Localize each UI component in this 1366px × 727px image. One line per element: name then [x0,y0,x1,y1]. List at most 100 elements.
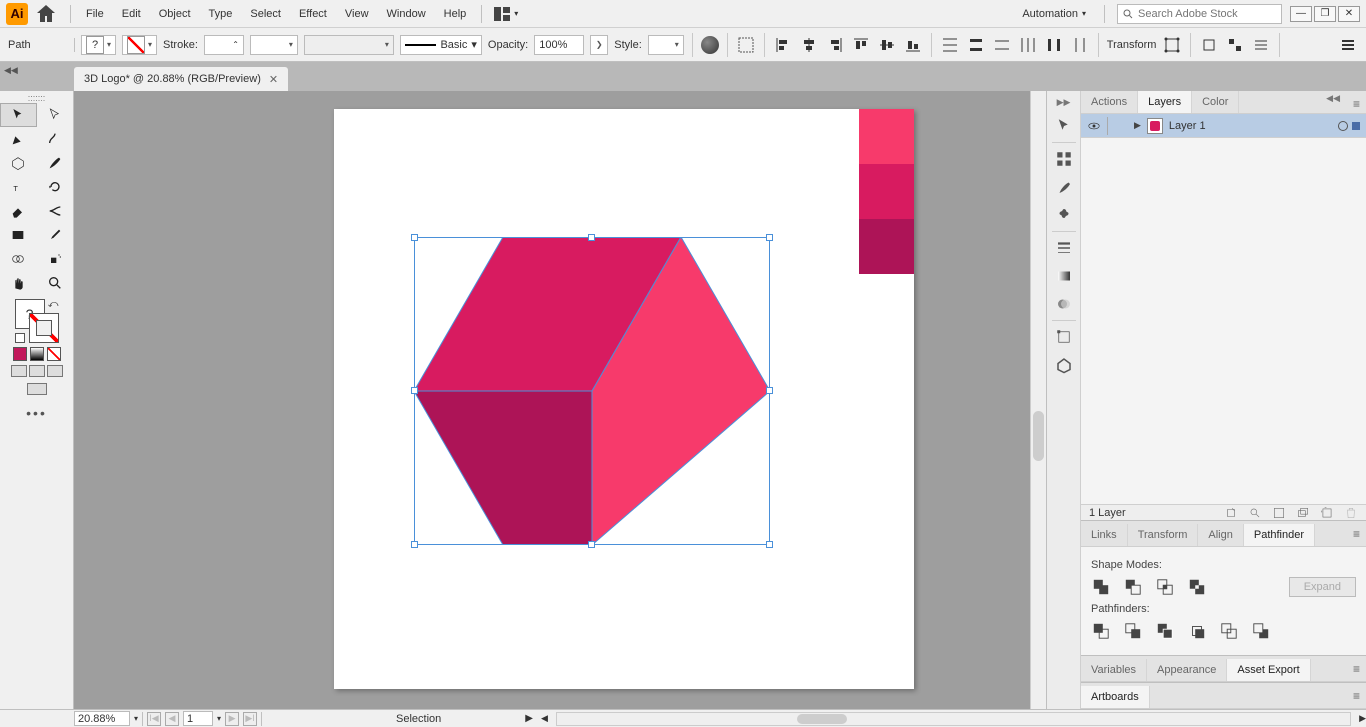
window-minimize-button[interactable]: — [1290,6,1312,22]
vertical-scrollbar[interactable] [1030,91,1046,709]
paintbrush-tool[interactable] [37,151,74,175]
layer-expand-icon[interactable]: ▶ [1134,120,1141,131]
rotate-tool[interactable] [37,175,74,199]
menu-type[interactable]: Type [200,4,242,24]
align-hcenter-icon[interactable] [799,35,819,55]
visibility-icon[interactable] [1087,119,1101,133]
opacity-dropdown[interactable]: ❯ [590,35,608,55]
exclude-icon[interactable] [1187,577,1207,597]
align-bottom-icon[interactable] [903,35,923,55]
menu-file[interactable]: File [77,4,113,24]
tab-align[interactable]: Align [1198,524,1243,546]
tab-asset-export[interactable]: Asset Export [1227,659,1310,681]
workspace-switcher[interactable]: Automation▾ [1016,6,1092,22]
new-sublayer-icon[interactable] [1296,506,1310,520]
arrange-documents-icon[interactable]: ▾ [488,5,524,23]
hand-tool[interactable] [0,271,37,295]
eraser-tool[interactable] [0,199,37,223]
gradient-tool[interactable] [0,223,37,247]
artboards-panel-icon[interactable] [1049,323,1079,351]
default-fill-stroke-icon[interactable] [15,333,25,343]
fill-stroke-control[interactable]: ? ⤺ [15,299,59,343]
screen-mode-icon[interactable] [27,383,47,395]
color-mode-fill[interactable] [13,347,27,361]
search-stock-input[interactable] [1138,8,1258,20]
distribute-right-icon[interactable] [1070,35,1090,55]
tab-variables[interactable]: Variables [1081,659,1147,681]
align-vcenter-icon[interactable] [877,35,897,55]
tab-appearance[interactable]: Appearance [1147,659,1227,681]
brush-definition-dropdown[interactable]: ▾ [304,35,394,55]
align-right-icon[interactable] [825,35,845,55]
panel-menu-icon[interactable]: ≡ [1353,689,1360,703]
transform-panel-icon[interactable] [1162,35,1182,55]
document-tab-close-icon[interactable]: ✕ [269,73,278,86]
rectangle-tool[interactable] [0,151,37,175]
tab-actions[interactable]: Actions [1081,91,1138,113]
canvas-area[interactable] [74,91,1046,709]
distribute-top-icon[interactable] [940,35,960,55]
export-icon[interactable] [1224,506,1238,520]
isolate-icon[interactable] [1199,35,1219,55]
transform-label[interactable]: Transform [1107,39,1157,51]
outline-icon[interactable] [1219,621,1239,641]
layer-target-icon[interactable] [1338,121,1348,131]
zoom-level-input[interactable]: 20.88% [74,711,130,726]
menu-select[interactable]: Select [241,4,290,24]
zoom-tool[interactable] [37,271,74,295]
tab-transform[interactable]: Transform [1128,524,1199,546]
symbols-panel-icon[interactable] [1049,201,1079,229]
scissors-tool[interactable] [37,199,74,223]
panel-menu-icon[interactable]: ≡ [1353,662,1360,676]
menu-help[interactable]: Help [435,4,476,24]
divide-icon[interactable] [1091,621,1111,641]
color-mode-none[interactable] [47,347,61,361]
asset-export-panel-icon[interactable] [1049,351,1079,379]
distribute-hcenter-icon[interactable] [1044,35,1064,55]
fill-swatch-dropdown[interactable]: ?▾ [81,35,116,55]
locate-icon[interactable] [1248,506,1262,520]
cube-artwork[interactable] [414,237,770,545]
window-maximize-button[interactable]: ❐ [1314,6,1336,22]
opacity-input[interactable]: 100% [534,35,584,55]
menu-view[interactable]: View [336,4,378,24]
crop-icon[interactable] [1187,621,1207,641]
tab-layers[interactable]: Layers [1138,91,1192,113]
align-left-icon[interactable] [773,35,793,55]
pen-tool[interactable] [0,127,37,151]
distribute-vcenter-icon[interactable] [966,35,986,55]
tab-pathfinder[interactable]: Pathfinder [1244,524,1315,546]
distribute-left-icon[interactable] [1018,35,1038,55]
stroke-style-dropdown[interactable]: Basic▾ [400,35,482,55]
control-menu-icon[interactable] [1338,35,1358,55]
menu-window[interactable]: Window [378,4,435,24]
unite-icon[interactable] [1091,577,1111,597]
draw-normal-icon[interactable] [11,365,27,377]
tab-artboards[interactable]: Artboards [1081,686,1150,708]
select-similar-icon[interactable] [1251,35,1271,55]
first-artboard-button[interactable]: I◀ [147,712,161,726]
align-to-dropdown[interactable] [736,35,756,55]
transparency-panel-icon[interactable] [1049,290,1079,318]
menu-object[interactable]: Object [150,4,200,24]
panel-expand-icon[interactable]: ◀◀ [1326,93,1340,104]
properties-panel-icon[interactable] [1049,112,1079,140]
libraries-panel-icon[interactable] [1049,145,1079,173]
gradient-panel-icon[interactable] [1049,262,1079,290]
next-artboard-button[interactable]: ▶ [225,712,239,726]
swap-fill-stroke-icon[interactable]: ⤺ [48,299,59,310]
prev-artboard-button[interactable]: ◀ [165,712,179,726]
stroke-swatch-dropdown[interactable]: ▾ [122,35,157,55]
delete-layer-icon[interactable] [1344,506,1358,520]
new-layer-icon[interactable] [1320,506,1334,520]
panel-collapse-icon[interactable]: ▶▶ [1057,97,1071,108]
edit-contents-icon[interactable] [1225,35,1245,55]
variable-width-dropdown[interactable]: ▾ [250,35,298,55]
menu-edit[interactable]: Edit [113,4,150,24]
stroke-box[interactable] [29,313,59,343]
document-tab[interactable]: 3D Logo* @ 20.88% (RGB/Preview) ✕ [74,67,288,91]
recolor-artwork-icon[interactable] [701,36,719,54]
eyedropper-tool[interactable] [37,223,74,247]
tab-links[interactable]: Links [1081,524,1128,546]
distribute-bottom-icon[interactable] [992,35,1012,55]
